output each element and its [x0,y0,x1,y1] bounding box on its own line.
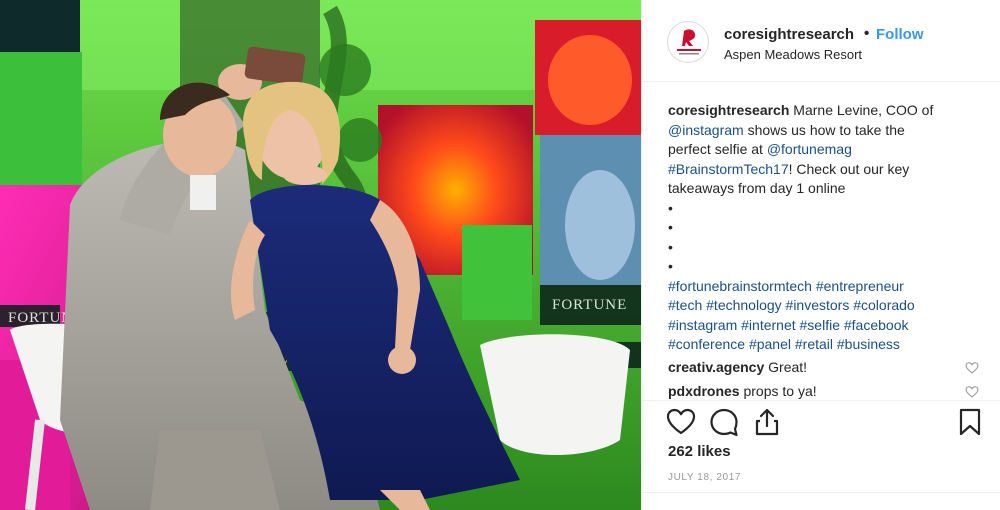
svg-text:FORTUN: FORTUN [8,310,73,326]
header-username[interactable]: coresightresearch [724,26,854,43]
caption-bullet: • [668,219,673,235]
divider [642,492,1000,493]
comment-item: creativ.agency Great! [668,359,807,375]
comment-text: props to ya! [739,383,817,399]
svg-text:FORTUNE: FORTUNE [552,297,627,313]
hashtags-line[interactable]: #instagram #internet #selfie #facebook [668,316,988,336]
caption-bullet: • [668,258,673,274]
bookmark-icon[interactable] [955,407,985,437]
location-link[interactable]: Aspen Meadows Resort [724,47,862,62]
coresight-logo-avatar[interactable] [667,21,709,63]
comment-like-heart-icon[interactable] [965,386,979,398]
caption-text: takeaways from day 1 online [668,180,846,196]
comment-text: Great! [764,359,808,375]
comment-like-heart-icon[interactable] [965,362,979,374]
caption-username[interactable]: coresightresearch [668,102,789,118]
post-sidebar: coresightresearch • Follow Aspen Meadows… [641,0,1000,510]
caption-text: Marne Levine, COO of [789,102,934,118]
comment-item: pdxdrones props to ya! [668,383,817,399]
post-photo[interactable]: FORTUN UNE FORTUNE FORTUNE F FORTUNE UNE… [0,0,641,510]
header-separator: • [864,25,870,42]
likes-count[interactable]: 262 likes [668,443,731,460]
comment-username[interactable]: pdxdrones [668,383,740,399]
hashtag-brainstormtech17[interactable]: #BrainstormTech17 [668,161,789,177]
post-header: coresightresearch • Follow Aspen Meadows… [642,0,1000,82]
comment-username[interactable]: creativ.agency [668,359,764,375]
hashtags-line[interactable]: #fortunebrainstormtech #entrepreneur [668,277,988,297]
post-caption: coresightresearch Marne Levine, COO of @… [668,101,988,355]
mention-instagram[interactable]: @instagram [668,122,744,138]
post-date[interactable]: JULY 18, 2017 [668,472,741,483]
mention-fortunemag[interactable]: @fortunemag [767,141,852,157]
caption-bullet: • [668,238,673,255]
share-icon[interactable] [752,407,782,437]
hashtags-line[interactable]: #tech #technology #investors #colorado [668,296,988,316]
hashtags-line[interactable]: #conference #panel #retail #business [668,335,988,355]
caption-text: ! Check out our key [788,160,910,177]
caption-bullet: • [668,199,673,216]
follow-button[interactable]: Follow [876,26,924,43]
heart-icon[interactable] [666,407,696,437]
caption-text: shows us how to take the [743,121,905,138]
post-actions: 262 likes JULY 18, 2017 [642,400,1000,510]
caption-text: perfect selfie at [668,141,767,157]
comment-icon[interactable] [709,407,739,437]
